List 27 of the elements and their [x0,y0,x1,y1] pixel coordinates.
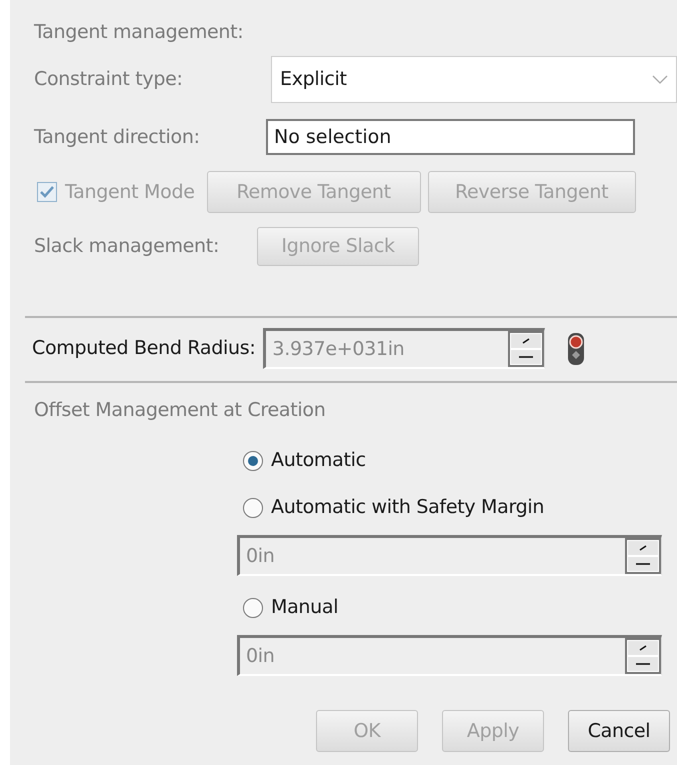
dropdown[interactable]: Explicit [271,56,677,103]
spin-down-button[interactable] [510,349,542,365]
radio-button[interactable]: Automatic with Safety Margin [243,493,544,522]
radio-button[interactable]: Automatic [243,446,366,475]
tick-icon [638,645,648,651]
tick-icon [521,338,532,344]
text-field[interactable]: No selection [266,119,635,155]
push-button[interactable]: Cancel [568,710,670,752]
spin-down-button[interactable] [627,556,659,572]
tick-icon [638,545,648,551]
chevron-down-icon [652,74,668,84]
spin-up-button[interactable] [627,640,659,656]
minus-icon [636,662,650,666]
radio-button[interactable]: Manual [243,593,338,622]
status-indicator-icon [567,332,586,366]
section-label: Tangent management: [34,20,244,45]
check-icon [39,185,55,199]
spin-up-button[interactable] [510,333,542,349]
field-label: Computed Bend Radius: [32,336,256,362]
section-label: Offset Management at Creation [34,398,326,423]
spin-up-button[interactable] [627,540,659,556]
field-label: Slack management: [34,234,220,260]
minus-icon [636,562,650,566]
spin-down-button[interactable] [627,656,659,672]
field-label: Tangent direction: [34,124,201,150]
minus-icon [519,355,534,359]
field-label: Constraint type: [34,67,184,92]
